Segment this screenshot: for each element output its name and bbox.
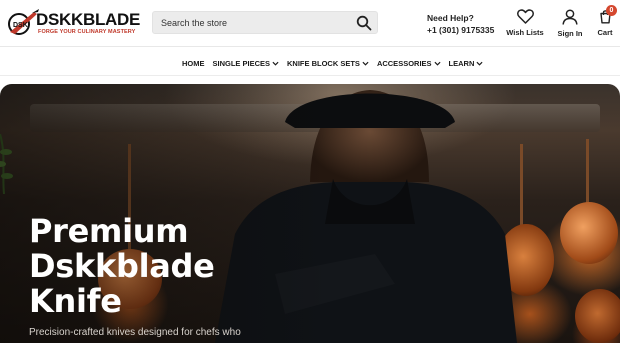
cart-button[interactable]: 0 Cart	[594, 5, 617, 37]
user-icon	[562, 9, 578, 25]
nav-item-knife-block-sets[interactable]: KNIFE BLOCK SETS	[287, 59, 369, 68]
copper-pan-decoration	[560, 202, 618, 264]
nav-item-label: KNIFE BLOCK SETS	[287, 59, 360, 68]
brand-name: DSKKBLADE	[36, 10, 141, 29]
search-input[interactable]	[153, 12, 349, 33]
nav-item-label: ACCESSORIES	[376, 59, 432, 68]
cart-count-badge: 0	[606, 5, 617, 16]
nav-item-single-pieces[interactable]: SINGLE PIECES	[213, 59, 280, 68]
hero-subtitle: Precision-crafted knives designed for ch…	[29, 327, 241, 338]
chevron-down-icon	[362, 61, 369, 66]
help-contact: Need Help? +1 (301) 9175335	[427, 12, 507, 37]
nav-item-label: LEARN	[448, 59, 475, 68]
svg-text:DSK: DSK	[13, 22, 28, 29]
wishlist-label: Wish Lists	[506, 28, 544, 37]
help-phone-link[interactable]: +1 (301) 9175335	[427, 24, 507, 37]
wishlist-button[interactable]: Wish Lists	[505, 9, 545, 37]
brand-tagline: FORGE YOUR CULINARY MASTERY	[38, 29, 136, 35]
hero-title: Premium Dskkblade Knife	[29, 212, 215, 320]
chevron-down-icon	[272, 61, 279, 66]
nav-divider	[0, 75, 620, 76]
chevron-down-icon	[434, 61, 441, 66]
search-bar	[152, 11, 378, 34]
nav-item-label: SINGLE PIECES	[212, 59, 271, 68]
main-nav: HOME SINGLE PIECES KNIFE BLOCK SETS ACCE…	[0, 47, 620, 76]
copper-pan-decoration	[575, 289, 620, 343]
nav-item-home[interactable]: HOME	[182, 59, 205, 68]
brand-logo[interactable]: DSK DSKKBLADE FORGE YOUR CULINARY MASTER…	[6, 8, 140, 38]
search-icon	[356, 15, 372, 31]
nav-item-accessories[interactable]: ACCESSORIES	[377, 59, 441, 68]
pan-handle-decoration	[586, 139, 589, 209]
signin-label: Sign In	[557, 29, 583, 38]
search-button[interactable]	[356, 15, 372, 31]
heart-icon	[516, 9, 534, 24]
signin-button[interactable]: Sign In	[554, 9, 586, 38]
hero-banner[interactable]: Premium Dskkblade Knife Precision-crafte…	[0, 84, 620, 343]
nav-item-learn[interactable]: LEARN	[449, 59, 484, 68]
help-title: Need Help?	[427, 13, 474, 23]
chevron-down-icon	[476, 61, 483, 66]
logo-knife-icon: DSK	[8, 9, 39, 35]
site-header: DSK DSKKBLADE FORGE YOUR CULINARY MASTER…	[0, 0, 620, 46]
cart-label: Cart	[597, 28, 613, 37]
nav-item-label: HOME	[182, 59, 205, 68]
